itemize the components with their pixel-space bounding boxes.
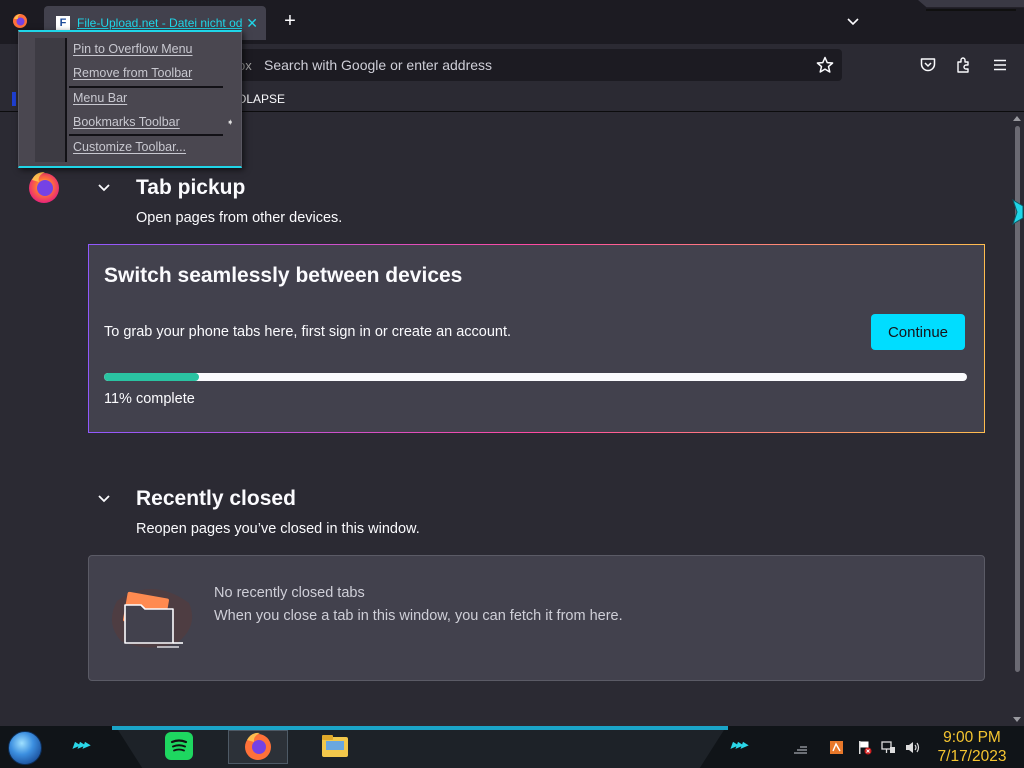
hamburger-menu-icon[interactable]: [991, 56, 1009, 74]
clock-time: 9:00 PM: [943, 729, 1001, 746]
site-favicon-icon: F: [56, 16, 70, 30]
menu-gutter-divider: [65, 38, 67, 162]
tab-title: File-Upload.net - Datei nicht od: [77, 16, 243, 30]
sync-card-heading: Switch seamlessly between devices: [104, 264, 463, 287]
bookmark-star-icon[interactable]: [816, 56, 834, 74]
network-bars-icon[interactable]: [793, 740, 808, 755]
file-explorer-icon[interactable]: [320, 731, 350, 761]
menu-item-customize-toolbar[interactable]: Customize Toolbar...: [73, 136, 238, 158]
firefox-icon[interactable]: [12, 13, 28, 29]
menu-item-menu-bar[interactable]: Menu Bar: [73, 87, 238, 109]
chevron-down-icon[interactable]: [845, 14, 861, 30]
start-button[interactable]: [8, 731, 42, 765]
firefox-logo-icon: [29, 172, 59, 203]
network-icon[interactable]: [881, 740, 896, 755]
empty-state-title: No recently closed tabs: [214, 585, 365, 601]
address-input[interactable]: [264, 51, 816, 79]
recently-closed-subtitle: Reopen pages you’ve closed in this windo…: [136, 521, 420, 537]
extensions-icon[interactable]: [955, 56, 973, 74]
empty-folder-icon: [111, 588, 193, 648]
setup-progress-bar: [104, 373, 967, 381]
collapse-recently-closed-icon[interactable]: [96, 491, 112, 507]
empty-state-description: When you close a tab in this window, you…: [214, 608, 623, 624]
url-bar[interactable]: ox: [226, 49, 842, 81]
window-frame-line: [926, 9, 1016, 11]
setup-progress-fill: [104, 373, 199, 381]
setup-progress-text: 11% complete: [104, 391, 195, 407]
menu-item-remove-toolbar[interactable]: Remove from Toolbar: [73, 62, 238, 84]
menu-item-bookmarks-toolbar[interactable]: Bookmarks Toolbar ➧: [73, 111, 238, 133]
recently-closed-title: Recently closed: [136, 487, 296, 510]
clock-date: 7/17/2023: [937, 748, 1007, 765]
tab-pickup-card: Switch seamlessly between devices To gra…: [88, 244, 985, 433]
system-clock[interactable]: 9:00 PM 7/17/2023: [932, 728, 1012, 766]
bookmark-favicon-icon[interactable]: [12, 92, 16, 106]
side-gadget-icon: [1012, 198, 1024, 226]
scroll-down-arrow-icon[interactable]: [1013, 717, 1021, 722]
taskbar-glow: [112, 726, 728, 730]
submenu-arrow-icon: ➧: [226, 117, 234, 127]
scroll-up-arrow-icon[interactable]: [1013, 116, 1021, 121]
pocket-icon[interactable]: [919, 56, 937, 74]
taskbar-deco-chevrons-icon: ▸▸▸: [729, 736, 751, 752]
taskbar-center-plate: [118, 730, 724, 768]
recently-closed-card: No recently closed tabs When you close a…: [88, 555, 985, 681]
menu-item-pin-overflow[interactable]: Pin to Overflow Menu: [73, 38, 238, 60]
firefox-icon[interactable]: [243, 731, 273, 761]
continue-button[interactable]: Continue: [871, 314, 965, 350]
sync-card-body: To grab your phone tabs here, first sign…: [104, 324, 512, 340]
tab-pickup-title: Tab pickup: [136, 176, 246, 199]
tab-pickup-subtitle: Open pages from other devices.: [136, 210, 343, 226]
volume-icon[interactable]: [905, 740, 920, 755]
spotify-icon[interactable]: [164, 731, 194, 761]
menu-gutter: [35, 38, 65, 162]
flag-alert-icon[interactable]: [857, 740, 872, 755]
new-tab-icon[interactable]: +: [280, 10, 300, 32]
taskbar-deco-chevrons-icon: ▸▸▸: [71, 736, 93, 752]
app-tray-icon[interactable]: [829, 740, 844, 755]
toolbar-context-menu: Pin to Overflow Menu Remove from Toolbar…: [18, 30, 242, 168]
close-tab-icon[interactable]: ✕: [246, 15, 258, 32]
collapse-tab-pickup-icon[interactable]: [96, 180, 112, 196]
bookmark-item[interactable]: OLAPSE: [237, 92, 285, 106]
taskbar: ▸▸▸ ▸▸▸ 9:00 PM 7/17/2023: [0, 726, 1024, 768]
